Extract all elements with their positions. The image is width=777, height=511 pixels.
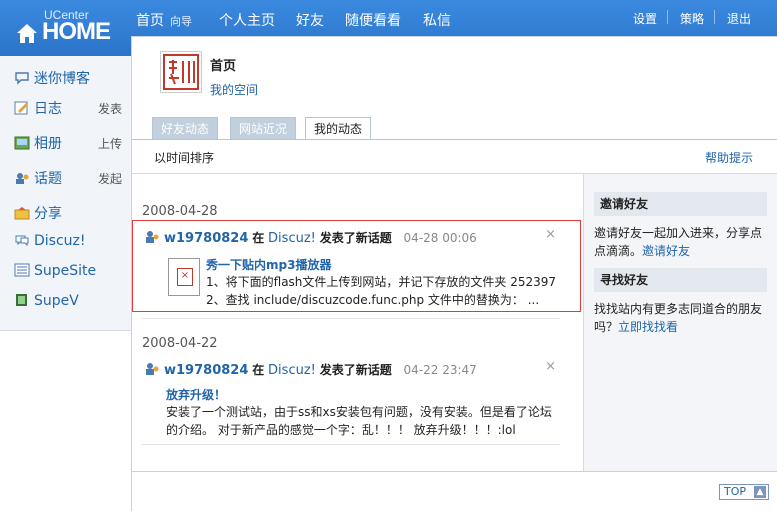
sidebar-item-label: 迷你博客 bbox=[34, 71, 90, 87]
policy-link[interactable]: 策略 bbox=[680, 10, 704, 27]
sidebar-item-supesite[interactable]: SupeSite bbox=[14, 263, 96, 283]
feed-in-text: 在 bbox=[252, 363, 265, 377]
feed-username-link[interactable]: w19780824 bbox=[164, 363, 248, 378]
supev-icon bbox=[16, 294, 27, 306]
feed-time: 04-22 23:47 bbox=[403, 363, 477, 377]
sidebar-item-discuz[interactable]: Discuz! bbox=[14, 233, 86, 253]
sidebar-item-blog[interactable]: 日志 发表 bbox=[14, 98, 122, 118]
close-icon[interactable]: × bbox=[545, 359, 556, 374]
sidebar-item-label: Discuz! bbox=[34, 233, 86, 249]
selection-highlight-box bbox=[132, 220, 581, 312]
tab-friend-feed[interactable]: 好友动态 bbox=[152, 117, 219, 140]
sidebar-item-label: SupeV bbox=[34, 293, 79, 309]
feed-body-line: 的介绍。 对于新产品的感觉一个字：乱！！！ 放弃升级！！！:lol bbox=[166, 423, 516, 437]
feed-title-link[interactable]: 放弃升级！ bbox=[166, 386, 226, 403]
sidebar-item-miniblog[interactable]: 迷你博客 bbox=[14, 68, 90, 88]
find-friends-text: 找找站内有更多志同道合的朋友吗？立即找找看 bbox=[594, 300, 770, 336]
top-button-label: TOP bbox=[724, 485, 747, 498]
feed-date: 2008-04-28 bbox=[142, 204, 218, 219]
avatar-seal-image bbox=[163, 54, 199, 90]
settings-link[interactable]: 设置 bbox=[633, 10, 657, 27]
sidebar-item-label: 话题 bbox=[34, 171, 62, 187]
share-icon bbox=[14, 207, 30, 220]
sidebar-item-label: 分享 bbox=[34, 206, 62, 222]
sidebar-item-supev[interactable]: SupeV bbox=[14, 293, 79, 313]
nav-home[interactable]: 首页 向导 bbox=[136, 10, 192, 30]
blog-post-link[interactable]: 发表 bbox=[98, 100, 122, 117]
discuz-icon bbox=[15, 235, 29, 247]
left-sidebar: 迷你博客 日志 发表 相册 上传 话题 发起 分享 Discuz! SupeSi… bbox=[0, 56, 132, 331]
invite-friends-link[interactable]: 邀请好友 bbox=[642, 244, 690, 258]
avatar[interactable] bbox=[160, 51, 202, 93]
logout-link[interactable]: 退出 bbox=[727, 10, 751, 27]
nav-guide-link[interactable]: 向导 bbox=[170, 15, 192, 28]
topic-start-link[interactable]: 发起 bbox=[98, 170, 122, 187]
nav-divider bbox=[667, 10, 668, 24]
feed-date: 2008-04-22 bbox=[142, 336, 218, 351]
my-space-link[interactable]: 我的空间 bbox=[210, 81, 258, 98]
find-friends-heading: 寻找好友 bbox=[594, 268, 767, 292]
tabs-divider bbox=[132, 139, 777, 140]
help-tip-link[interactable]: 帮助提示 bbox=[705, 149, 753, 166]
nav-divider bbox=[714, 10, 715, 24]
invite-friends-text: 邀请好友一起加入进来，分享点点滴滴。邀请好友 bbox=[594, 224, 770, 260]
right-sidebar: 邀请好友 邀请好友一起加入进来，分享点点滴滴。邀请好友 寻找好友 找找站内有更多… bbox=[583, 174, 777, 471]
footer-divider bbox=[132, 471, 777, 472]
supesite-icon bbox=[14, 263, 30, 277]
sidebar-item-topic[interactable]: 话题 发起 bbox=[14, 168, 122, 188]
sidebar-item-label: 相册 bbox=[34, 136, 62, 152]
page-title: 首页 bbox=[210, 59, 237, 74]
feed-site-link[interactable]: Discuz! bbox=[268, 363, 316, 378]
comment-icon bbox=[15, 72, 29, 85]
sidebar-item-share[interactable]: 分享 bbox=[14, 203, 62, 223]
house-icon bbox=[17, 24, 37, 43]
invite-friends-heading: 邀请好友 bbox=[594, 192, 767, 216]
feed-body-line: 安装了一个测试站，由于ss和xs安装包有问题，没有安装。但是看了论坛 bbox=[166, 405, 552, 419]
nav-home-label: 首页 bbox=[136, 13, 164, 29]
tab-site-news[interactable]: 网站近况 bbox=[230, 117, 297, 140]
feed-divider bbox=[142, 444, 560, 445]
tab-my-feed[interactable]: 我的动态 bbox=[305, 117, 372, 140]
find-friends-link[interactable]: 立即找找看 bbox=[618, 320, 678, 334]
album-icon bbox=[14, 136, 30, 150]
sidebar-item-label: 日志 bbox=[34, 101, 62, 117]
nav-friends[interactable]: 好友 bbox=[296, 10, 324, 30]
blog-icon bbox=[14, 101, 28, 115]
feed-divider bbox=[142, 318, 560, 319]
nav-browse[interactable]: 随便看看 bbox=[345, 10, 401, 30]
feed-action-text: 发表了新话题 bbox=[319, 363, 392, 377]
feed-header: w19780824 在 Discuz! 发表了新话题 04-22 23:47 bbox=[144, 361, 477, 378]
arrow-up-icon: ▲ bbox=[754, 486, 766, 498]
nav-personal-page[interactable]: 个人主页 bbox=[219, 10, 275, 30]
sort-by-time-label: 以时间排序 bbox=[154, 151, 215, 165]
topic-icon bbox=[16, 173, 29, 184]
sidebar-item-album[interactable]: 相册 上传 bbox=[14, 133, 122, 153]
user-icon bbox=[146, 363, 159, 375]
logo-bottom-text: HOME bbox=[42, 18, 111, 45]
album-upload-link[interactable]: 上传 bbox=[98, 135, 122, 152]
sidebar-item-label: SupeSite bbox=[34, 263, 97, 279]
back-to-top-button[interactable]: TOP ▲ bbox=[719, 484, 769, 500]
nav-messages[interactable]: 私信 bbox=[423, 10, 451, 30]
feed-item: w19780824 在 Discuz! 发表了新话题 04-22 23:47 ×… bbox=[142, 355, 560, 443]
